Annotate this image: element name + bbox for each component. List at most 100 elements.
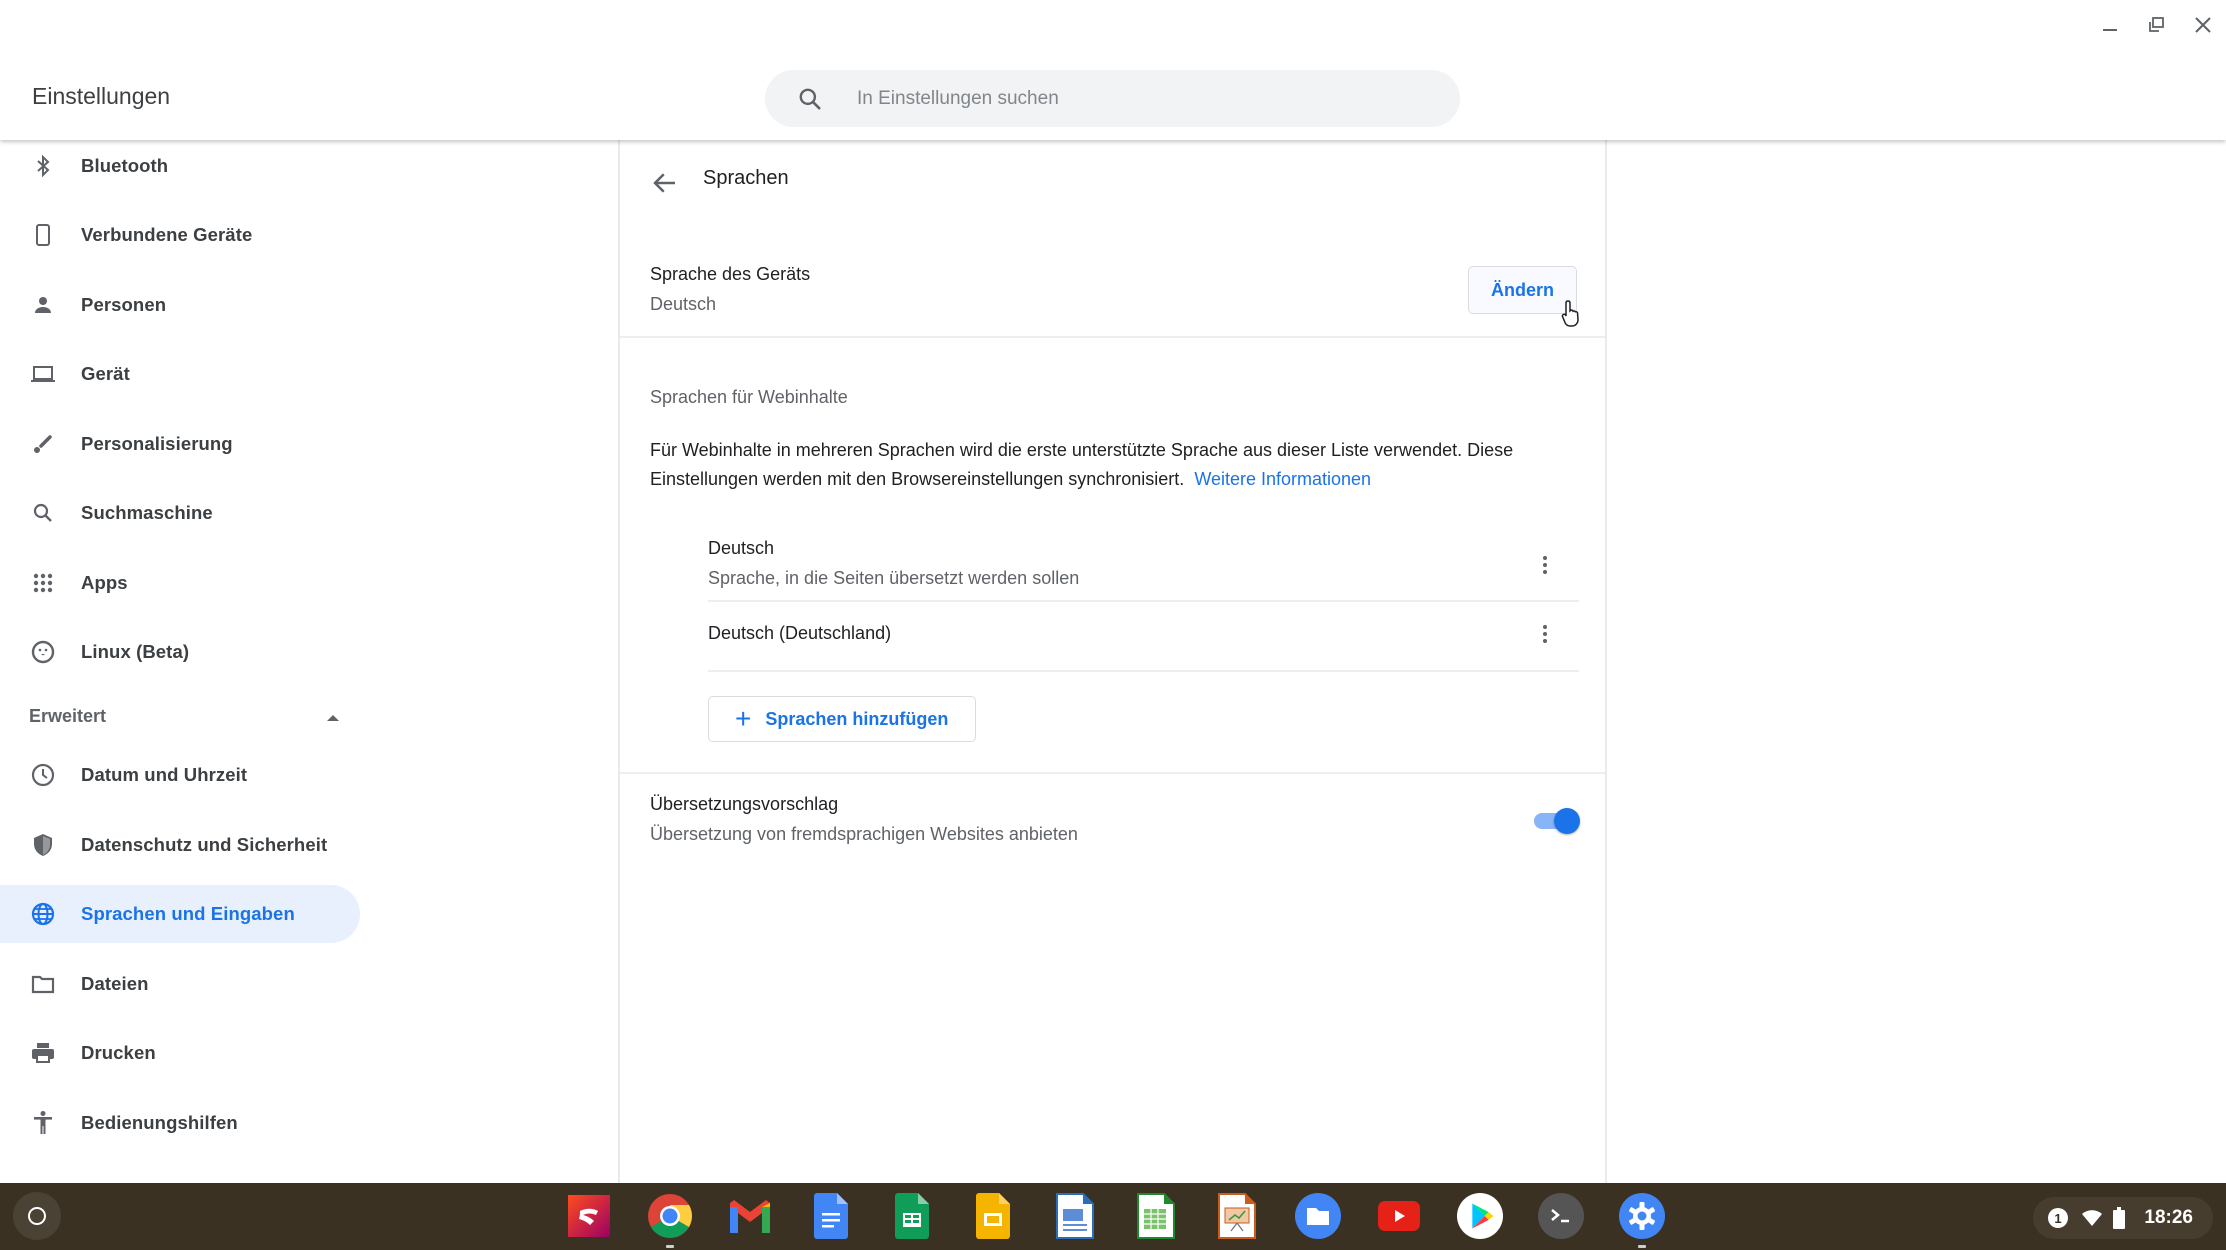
youtube-icon [1378,1201,1420,1231]
back-arrow-icon[interactable] [650,168,680,198]
sidebar: Bluetooth Verbundene Geräte Personen Ger… [0,140,618,1183]
device-language-value: Deutsch [650,294,717,314]
files-icon [1295,1193,1341,1239]
libreoffice-writer-icon [1056,1193,1094,1239]
sidebar-item-label: Personalisierung [81,433,233,454]
device-language-label: Sprache des Geräts [650,264,811,284]
more-options-icon[interactable] [1533,550,1557,580]
caret-up-icon [327,715,339,721]
shelf-app-libreoffice-writer[interactable] [1052,1193,1098,1239]
sidebar-item-bluetooth[interactable]: Bluetooth [0,140,360,195]
sidebar-item-files[interactable]: Dateien [0,955,360,1013]
device-language-row: Sprache des Geräts Deutsch [650,264,810,315]
shelf-app-libreoffice-calc[interactable] [1133,1193,1179,1239]
sheets-icon [895,1193,929,1239]
search-input[interactable] [857,70,1417,127]
shelf-app-gmail[interactable] [727,1193,773,1239]
globe-icon [29,900,57,928]
add-languages-button[interactable]: + Sprachen hinzufügen [708,696,976,742]
sidebar-item-linux[interactable]: Linux (Beta) [0,623,360,681]
minimize-icon [2103,29,2117,31]
minimize-button[interactable] [2095,10,2125,40]
docs-icon [814,1193,848,1239]
status-tray[interactable]: 1 18:26 [2033,1197,2213,1239]
search-icon [799,88,821,110]
translate-offer-subtitle: Übersetzung von fremdsprachigen Websites… [650,824,1078,844]
shelf-app-settings[interactable] [1619,1193,1665,1248]
shelf-app-stadia[interactable] [566,1193,612,1239]
slides-icon [976,1193,1010,1239]
bluetooth-icon [29,152,57,180]
gmail-icon [730,1200,770,1233]
more-options-icon[interactable] [1533,619,1557,649]
sidebar-item-search-engine[interactable]: Suchmaschine [0,484,360,542]
sidebar-item-languages-input[interactable]: Sprachen und Eingaben [0,885,360,943]
shelf: 1 18:26 [0,1183,2226,1250]
restore-icon [2149,17,2164,32]
learn-more-link[interactable]: Weitere Informationen [1194,469,1371,489]
translate-offer-toggle[interactable] [1534,808,1580,834]
settings-gear-icon [1619,1193,1665,1239]
close-button[interactable] [2188,10,2218,40]
page-title: Sprachen [703,167,789,189]
shield-icon [29,831,57,859]
sidebar-item-label: Linux (Beta) [81,641,190,662]
sidebar-item-label: Bluetooth [81,155,169,176]
shelf-app-files[interactable] [1295,1193,1341,1239]
launcher-button[interactable] [13,1192,61,1240]
shelf-app-libreoffice-impress[interactable] [1214,1193,1260,1239]
translate-offer-row: Übersetzungsvorschlag Übersetzung von fr… [650,794,1078,845]
linux-penguin-icon [29,638,57,666]
add-languages-label: Sprachen hinzufügen [765,708,949,729]
apps-grid-icon [29,569,57,597]
clock-icon [29,761,57,789]
sidebar-item-connected-devices[interactable]: Verbundene Geräte [0,206,360,264]
sidebar-item-people[interactable]: Personen [0,276,360,334]
web-languages-description: Für Webinhalte in mehreren Sprachen wird… [650,436,1580,494]
chrome-icon [648,1194,692,1238]
play-store-icon [1457,1193,1503,1239]
app-title: Einstellungen [32,83,171,109]
shelf-app-chrome[interactable] [647,1193,693,1248]
shelf-app-terminal[interactable] [1538,1193,1584,1239]
brush-icon [29,430,57,458]
advanced-section-toggle[interactable]: Erweitert [29,706,339,736]
sidebar-item-label: Suchmaschine [81,502,213,523]
close-icon [2195,17,2211,33]
folder-icon [29,970,57,998]
restore-button[interactable] [2141,10,2171,40]
language-list-item: Deutsch (Deutschland) [708,623,1579,644]
advanced-section-label: Erweitert [29,706,107,726]
sidebar-item-label: Personen [81,294,167,315]
shelf-app-slides[interactable] [970,1193,1016,1239]
shelf-app-play-store[interactable] [1457,1193,1503,1239]
sidebar-item-printing[interactable]: Drucken [0,1024,360,1082]
notification-count-badge: 1 [2048,1208,2068,1228]
search-box[interactable] [765,70,1460,127]
sidebar-item-accessibility[interactable]: Bedienungshilfen [0,1094,360,1152]
battery-icon [2113,1207,2125,1229]
row-divider [708,600,1579,602]
running-indicator [1638,1245,1646,1248]
sidebar-item-apps[interactable]: Apps [0,554,360,612]
running-indicator [666,1245,674,1248]
shelf-app-youtube[interactable] [1376,1193,1422,1239]
sidebar-item-label: Bedienungshilfen [81,1112,238,1133]
section-divider [620,336,1605,338]
sidebar-item-device[interactable]: Gerät [0,345,360,403]
sidebar-item-label: Verbundene Geräte [81,224,253,245]
sidebar-item-date-time[interactable]: Datum und Uhrzeit [0,746,360,804]
description-text: Für Webinhalte in mehreren Sprachen wird… [650,440,1514,489]
sidebar-item-label: Apps [81,572,128,593]
sidebar-item-privacy[interactable]: Datenschutz und Sicherheit [0,816,360,874]
shelf-app-sheets[interactable] [889,1193,935,1239]
settings-window: Einstellungen Bluetooth Verbundene Gerät… [0,0,2226,1183]
search-icon [29,499,57,527]
shelf-app-docs[interactable] [808,1193,854,1239]
sidebar-item-label: Sprachen und Eingaben [81,903,295,924]
sidebar-item-personalization[interactable]: Personalisierung [0,415,360,473]
language-list-item: Deutsch Sprache, in die Seiten übersetzt… [708,538,1579,589]
stadia-icon [568,1195,610,1237]
web-languages-heading: Sprachen für Webinhalte [650,387,848,407]
toggle-knob [1554,808,1580,834]
